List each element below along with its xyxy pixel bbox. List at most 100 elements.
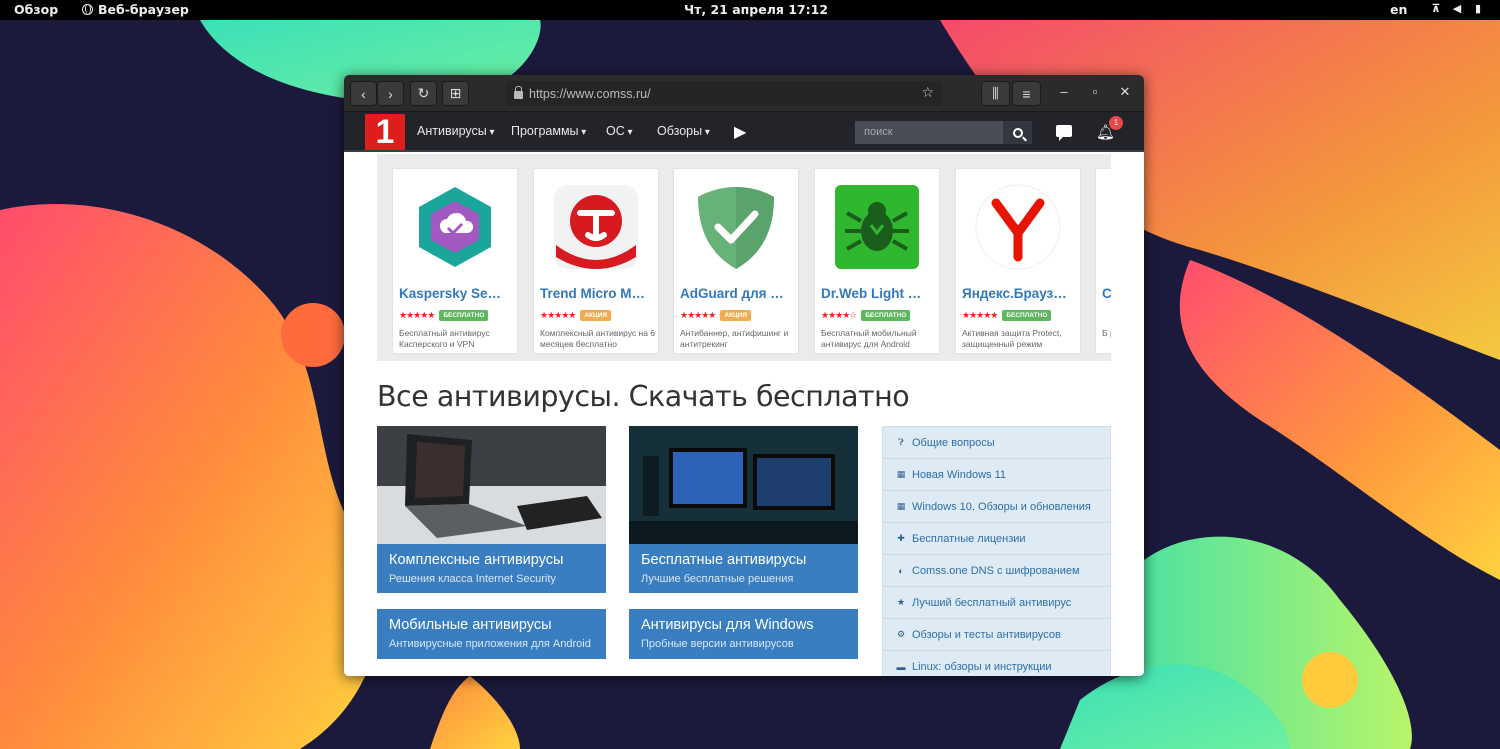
windows-icon: ▦: [896, 501, 906, 511]
tile-title: Мобильные антивирусы: [389, 617, 552, 633]
notification-badge: 1: [1109, 116, 1123, 130]
app-menu[interactable]: Веб-браузер: [82, 2, 189, 17]
star-rating: ★★★★★: [399, 310, 435, 320]
lock-icon: [514, 86, 523, 99]
sidebar-item-label: Новая Windows 11: [912, 468, 1007, 481]
sidebar-item[interactable]: ▬ Linux: обзоры и инструкции: [883, 651, 1110, 676]
app-name[interactable]: Dr.Web Light …: [821, 286, 937, 301]
star-rating: ★★★★★: [962, 310, 998, 320]
question-icon: ❓︎: [898, 437, 904, 447]
rating: ★★★★★ АКЦИЯ: [680, 310, 752, 321]
sidebar-item[interactable]: ⚙ Обзоры и тесты антивирусов: [883, 619, 1110, 651]
app-name[interactable]: Trend Micro M…: [540, 286, 656, 301]
sidebar-item[interactable]: ◐ Comss.one DNS с шифрованием: [883, 555, 1110, 587]
back-icon[interactable]: ‹: [350, 81, 377, 106]
chat-icon[interactable]: [1056, 125, 1072, 141]
nav-antivirus[interactable]: Антивирусы: [417, 124, 495, 138]
featured-carousel: Kaspersky Se… ★★★★★ БЕСПЛАТНО Бесплатный…: [377, 154, 1111, 361]
volume-icon: ◀: [1452, 2, 1462, 15]
tile-subtitle: Лучшие бесплатные решения: [641, 573, 794, 585]
site-navbar: 1 Антивирусы Программы ОС Обзоры ▶ поиск…: [344, 112, 1144, 152]
category-tile[interactable]: Комплексные антивирусы Решения класса In…: [377, 426, 606, 593]
category-tile[interactable]: Мобильные антивирусы Антивирусные прилож…: [377, 609, 606, 659]
rating: ★★★★★ БЕСПЛАТНО: [962, 310, 1052, 321]
sidebar-item-label: Comss.one DNS с шифрованием: [912, 564, 1080, 577]
app-card[interactable]: Kaspersky Se… ★★★★★ БЕСПЛАТНО Бесплатный…: [392, 168, 518, 354]
nav-reviews[interactable]: Обзоры: [657, 124, 710, 138]
battery-icon: ▮: [1474, 2, 1482, 15]
site-logo[interactable]: 1: [365, 114, 405, 150]
nav-programs[interactable]: Программы: [511, 124, 586, 138]
app-description: Б ре: [1102, 328, 1111, 338]
clock[interactable]: Чт, 21 апреля 17:12: [684, 2, 828, 17]
keyboard-layout[interactable]: en: [1390, 2, 1407, 17]
price-tag: БЕСПЛАТНО: [1002, 310, 1052, 321]
app-description: Бесплатный мобильный антивирус для Andro…: [821, 328, 917, 349]
activities-button[interactable]: Обзор: [14, 2, 58, 17]
app-name[interactable]: Kaspersky Se…: [399, 286, 515, 301]
star-rating: ★★★★★: [540, 310, 576, 320]
browser-window: ‹ › ↻ ⊞ https://www.comss.ru/ ☆ ⫼ ≡ – ▫ …: [344, 75, 1144, 676]
sidebar-item-label: Общие вопросы: [912, 436, 995, 449]
tile-subtitle: Антивирусные приложения для Android: [389, 638, 591, 650]
close-icon[interactable]: ✕: [1115, 84, 1135, 100]
monitors-photo: [629, 426, 858, 544]
app-name[interactable]: AdGuard для …: [680, 286, 796, 301]
sidebar-item[interactable]: ❓︎ Общие вопросы: [883, 427, 1110, 459]
category-tile[interactable]: Антивирусы для Windows Пробные версии ан…: [629, 609, 858, 659]
trend-micro-icon: [554, 185, 638, 269]
library-icon[interactable]: ⫼: [981, 81, 1010, 106]
app-card[interactable]: Trend Micro M… ★★★★★ АКЦИЯ Комплексный а…: [533, 168, 659, 354]
search-input[interactable]: поиск: [855, 121, 1003, 144]
app-card[interactable]: Яндекс.Брауз… ★★★★★ БЕСПЛАТНО Активная з…: [955, 168, 1081, 354]
sidebar-item-label: Лучший бесплатный антивирус: [912, 596, 1072, 609]
tile-title: Бесплатные антивирусы: [641, 552, 807, 568]
network-icon: ⊼: [1431, 2, 1441, 15]
price-tag: АКЦИЯ: [720, 310, 752, 321]
sidebar-item-label: Бесплатные лицензии: [912, 532, 1026, 545]
dns-icon: ◐: [898, 565, 904, 576]
reload-icon[interactable]: ↻: [410, 81, 437, 106]
app-card[interactable]: Dr.Web Light … ★★★★☆ БЕСПЛАТНО Бесплатны…: [814, 168, 940, 354]
app-description: Активная защита Protect, защищенный режи…: [962, 328, 1062, 349]
sidebar-item[interactable]: ✚ Бесплатные лицензии: [883, 523, 1110, 555]
nav-more-icon[interactable]: ▶: [734, 122, 746, 142]
bookmark-star-icon[interactable]: ☆: [921, 84, 934, 101]
app-name: Веб-браузер: [98, 2, 189, 17]
sidebar-item[interactable]: ★ Лучший бесплатный антивирус: [883, 587, 1110, 619]
nav-os[interactable]: ОС: [606, 124, 633, 138]
yandex-browser-icon: [975, 184, 1061, 270]
url-bar[interactable]: https://www.comss.ru/ ☆: [506, 81, 942, 106]
app-card[interactable]: AdGuard для … ★★★★★ АКЦИЯ Антибаннер, ан…: [673, 168, 799, 354]
sidebar-item-label: Linux: обзоры и инструкции: [912, 660, 1052, 673]
page-title: Все антивирусы. Скачать бесплатно: [377, 380, 910, 413]
globe-icon: [82, 4, 93, 15]
category-tile[interactable]: Бесплатные антивирусы Лучшие бесплатные …: [629, 426, 858, 593]
app-card[interactable]: C Б ре: [1095, 168, 1111, 354]
laptop-photo: [377, 426, 606, 544]
new-tab-icon[interactable]: ⊞: [442, 81, 469, 106]
sidebar-item-label: Обзоры и тесты антивирусов: [912, 628, 1061, 641]
app-description: Бесплатный антивирус Касперского и VPN: [399, 328, 490, 349]
system-status-area[interactable]: ⊼ ◀ ▮: [1430, 3, 1484, 15]
page-content: Kaspersky Se… ★★★★★ БЕСПЛАТНО Бесплатный…: [344, 154, 1144, 676]
star-icon: ★: [896, 597, 906, 607]
rating: ★★★★★ БЕСПЛАТНО: [399, 310, 489, 321]
search-button[interactable]: [1003, 121, 1032, 144]
price-tag: БЕСПЛАТНО: [861, 310, 911, 321]
tile-subtitle: Пробные версии антивирусов: [641, 638, 794, 650]
app-name[interactable]: Яндекс.Брауз…: [962, 286, 1078, 301]
minimize-icon[interactable]: –: [1054, 84, 1074, 99]
sidebar-item[interactable]: ▦ Новая Windows 11: [883, 459, 1110, 491]
app-name[interactable]: C: [1102, 286, 1111, 301]
price-tag: АКЦИЯ: [580, 310, 612, 321]
app-description: Комплексный антивирус на 6 месяцев беспл…: [540, 328, 656, 349]
menu-icon[interactable]: ≡: [1012, 81, 1041, 106]
forward-icon[interactable]: ›: [377, 81, 404, 106]
tile-title: Комплексные антивирусы: [389, 552, 564, 568]
rating: ★★★★☆ БЕСПЛАТНО: [821, 310, 911, 321]
sidebar-item[interactable]: ▦ Windows 10. Обзоры и обновления: [883, 491, 1110, 523]
linux-icon: ▬: [896, 661, 906, 672]
shield-icon: ⚙: [896, 629, 906, 639]
maximize-icon[interactable]: ▫: [1085, 84, 1105, 99]
